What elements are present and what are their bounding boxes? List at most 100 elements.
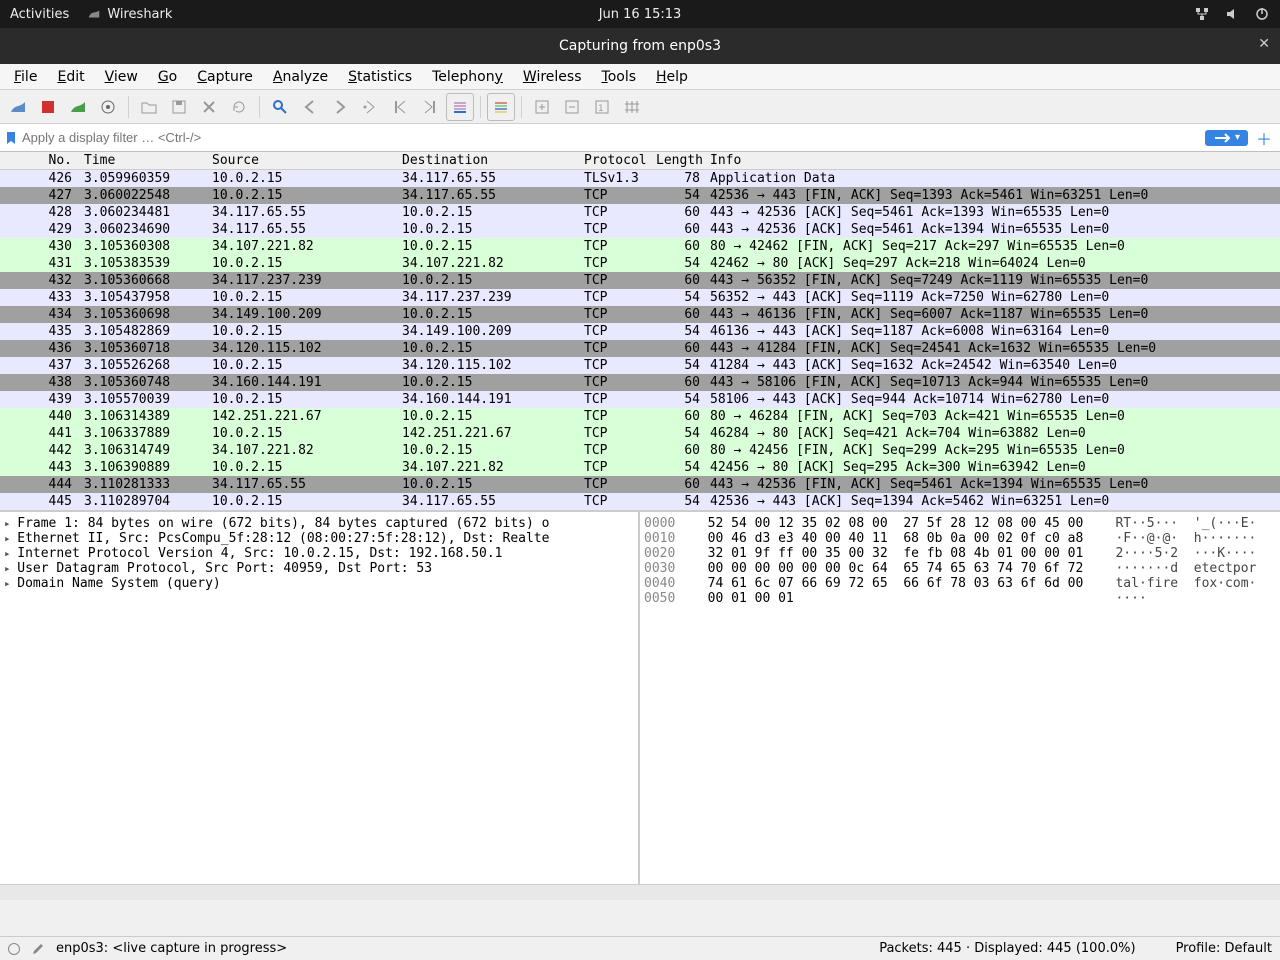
gnome-topbar: Activities Wireshark Jun 16 15:13 <box>0 0 1280 28</box>
zoom-out-button[interactable] <box>558 93 586 121</box>
hex-row[interactable]: 0050 00 01 00 01 ···· <box>644 591 1276 606</box>
restart-capture-button[interactable] <box>64 93 92 121</box>
packet-row[interactable]: 4353.10548286910.0.2.1534.149.100.209TCP… <box>0 323 1280 340</box>
next-packet-button[interactable] <box>326 93 354 121</box>
packet-list-header: No. Time Source Destination Protocol Len… <box>0 152 1280 170</box>
horizontal-scrollbar[interactable] <box>0 884 1280 900</box>
hex-row[interactable]: 0020 32 01 9f ff 00 35 00 32 fe fb 08 4b… <box>644 546 1276 561</box>
packet-row[interactable]: 4393.10557003910.0.2.1534.160.144.191TCP… <box>0 391 1280 408</box>
packet-row[interactable]: 4293.06023469034.117.65.5510.0.2.15TCP60… <box>0 221 1280 238</box>
menu-analyze[interactable]: Analyze <box>265 67 336 87</box>
menu-view[interactable]: View <box>97 67 146 87</box>
tree-item[interactable]: Domain Name System (query) <box>4 576 634 591</box>
tree-item[interactable]: Ethernet II, Src: PcsCompu_5f:28:12 (08:… <box>4 531 634 546</box>
col-header-no[interactable]: No. <box>0 152 80 169</box>
wireshark-icon <box>87 7 101 21</box>
clock[interactable]: Jun 16 15:13 <box>599 7 682 22</box>
capture-status-label: enp0s3: <live capture in progress> <box>56 941 287 956</box>
col-header-destination[interactable]: Destination <box>398 152 580 169</box>
packet-row[interactable]: 4403.106314389142.251.221.6710.0.2.15TCP… <box>0 408 1280 425</box>
prev-packet-button[interactable] <box>296 93 324 121</box>
close-file-button[interactable] <box>195 93 223 121</box>
autoscroll-button[interactable] <box>446 93 474 121</box>
packet-row[interactable]: 4313.10538353910.0.2.1534.107.221.82TCP5… <box>0 255 1280 272</box>
power-icon[interactable] <box>1254 6 1270 22</box>
apply-filter-button[interactable]: ▾ <box>1205 130 1248 146</box>
save-button[interactable] <box>165 93 193 121</box>
packet-row[interactable]: 4283.06023448134.117.65.5510.0.2.15TCP60… <box>0 204 1280 221</box>
colorize-button[interactable] <box>487 93 515 121</box>
packet-bytes-pane[interactable]: 0000 52 54 00 12 35 02 08 00 27 5f 28 12… <box>640 512 1280 884</box>
menubar: File Edit View Go Capture Analyze Statis… <box>0 64 1280 90</box>
titlebar: Capturing from enp0s3 ✕ <box>0 28 1280 64</box>
menu-help[interactable]: Help <box>648 67 696 87</box>
network-icon[interactable] <box>1194 6 1210 22</box>
packet-list-pane[interactable]: No. Time Source Destination Protocol Len… <box>0 152 1280 512</box>
hex-row[interactable]: 0040 74 61 6c 07 66 69 72 65 66 6f 78 03… <box>644 576 1276 591</box>
packet-row[interactable]: 4333.10543795810.0.2.1534.117.237.239TCP… <box>0 289 1280 306</box>
activities-button[interactable]: Activities <box>10 7 69 22</box>
filter-bar: ▾ ＋ <box>0 124 1280 152</box>
packet-row[interactable]: 4323.10536066834.117.237.23910.0.2.15TCP… <box>0 272 1280 289</box>
hex-row[interactable]: 0000 52 54 00 12 35 02 08 00 27 5f 28 12… <box>644 516 1276 531</box>
app-menu[interactable]: Wireshark <box>87 7 172 22</box>
col-header-info[interactable]: Info <box>706 152 1280 169</box>
packet-row[interactable]: 4423.10631474934.107.221.8210.0.2.15TCP6… <box>0 442 1280 459</box>
zoom-reset-button[interactable]: 1 <box>588 93 616 121</box>
packet-row[interactable]: 4383.10536074834.160.144.19110.0.2.15TCP… <box>0 374 1280 391</box>
toolbar: 1 <box>0 90 1280 124</box>
window-title: Capturing from enp0s3 <box>559 38 721 54</box>
statusbar: enp0s3: <live capture in progress> Packe… <box>0 936 1280 960</box>
last-packet-button[interactable] <box>416 93 444 121</box>
reload-button[interactable] <box>225 93 253 121</box>
packet-row[interactable]: 4363.10536071834.120.115.10210.0.2.15TCP… <box>0 340 1280 357</box>
packet-row[interactable]: 4413.10633788910.0.2.15142.251.221.67TCP… <box>0 425 1280 442</box>
bookmark-icon[interactable] <box>4 131 18 145</box>
col-header-time[interactable]: Time <box>80 152 208 169</box>
edit-icon[interactable] <box>30 941 46 957</box>
packet-row[interactable]: 4263.05996035910.0.2.1534.117.65.55TLSv1… <box>0 170 1280 187</box>
packet-details-pane[interactable]: Frame 1: 84 bytes on wire (672 bits), 84… <box>0 512 640 884</box>
app-name-label: Wireshark <box>107 7 172 22</box>
tree-item[interactable]: Internet Protocol Version 4, Src: 10.0.2… <box>4 546 634 561</box>
add-filter-button[interactable]: ＋ <box>1252 126 1276 150</box>
volume-icon[interactable] <box>1224 6 1240 22</box>
col-header-length[interactable]: Length <box>652 152 706 169</box>
col-header-protocol[interactable]: Protocol <box>580 152 652 169</box>
col-header-source[interactable]: Source <box>208 152 398 169</box>
capture-options-button[interactable] <box>94 93 122 121</box>
goto-packet-button[interactable] <box>356 93 384 121</box>
zoom-in-button[interactable] <box>528 93 556 121</box>
expert-info-icon[interactable] <box>8 943 20 955</box>
stop-capture-button[interactable] <box>34 93 62 121</box>
menu-wireless[interactable]: Wireless <box>515 67 590 87</box>
menu-file[interactable]: File <box>6 67 45 87</box>
hex-row[interactable]: 0030 00 00 00 00 00 00 0c 64 65 74 65 63… <box>644 561 1276 576</box>
resize-columns-button[interactable] <box>618 93 646 121</box>
open-button[interactable] <box>135 93 163 121</box>
menu-capture[interactable]: Capture <box>189 67 261 87</box>
packet-row[interactable]: 4443.11028133334.117.65.5510.0.2.15TCP60… <box>0 476 1280 493</box>
tree-item[interactable]: Frame 1: 84 bytes on wire (672 bits), 84… <box>4 516 634 531</box>
menu-statistics[interactable]: Statistics <box>340 67 420 87</box>
start-capture-button[interactable] <box>4 93 32 121</box>
hex-row[interactable]: 0010 00 46 d3 e3 40 00 40 11 68 0b 0a 00… <box>644 531 1276 546</box>
menu-telephony[interactable]: Telephony <box>424 67 511 87</box>
menu-tools[interactable]: Tools <box>594 67 645 87</box>
packet-row[interactable]: 4433.10639088910.0.2.1534.107.221.82TCP5… <box>0 459 1280 476</box>
menu-edit[interactable]: Edit <box>49 67 92 87</box>
find-button[interactable] <box>266 93 294 121</box>
packet-row[interactable]: 4303.10536030834.107.221.8210.0.2.15TCP6… <box>0 238 1280 255</box>
packet-row[interactable]: 4453.11028970410.0.2.1534.117.65.55TCP54… <box>0 493 1280 510</box>
packet-count-label: Packets: 445 · Displayed: 445 (100.0%) <box>879 941 1135 956</box>
close-button[interactable]: ✕ <box>1258 36 1270 52</box>
profile-label[interactable]: Profile: Default <box>1176 941 1272 956</box>
menu-go[interactable]: Go <box>150 67 185 87</box>
display-filter-input[interactable] <box>22 130 1201 145</box>
packet-row[interactable]: 4343.10536069834.149.100.20910.0.2.15TCP… <box>0 306 1280 323</box>
first-packet-button[interactable] <box>386 93 414 121</box>
svg-text:1: 1 <box>598 104 604 114</box>
packet-row[interactable]: 4273.06002254810.0.2.1534.117.65.55TCP54… <box>0 187 1280 204</box>
tree-item[interactable]: User Datagram Protocol, Src Port: 40959,… <box>4 561 634 576</box>
packet-row[interactable]: 4373.10552626810.0.2.1534.120.115.102TCP… <box>0 357 1280 374</box>
